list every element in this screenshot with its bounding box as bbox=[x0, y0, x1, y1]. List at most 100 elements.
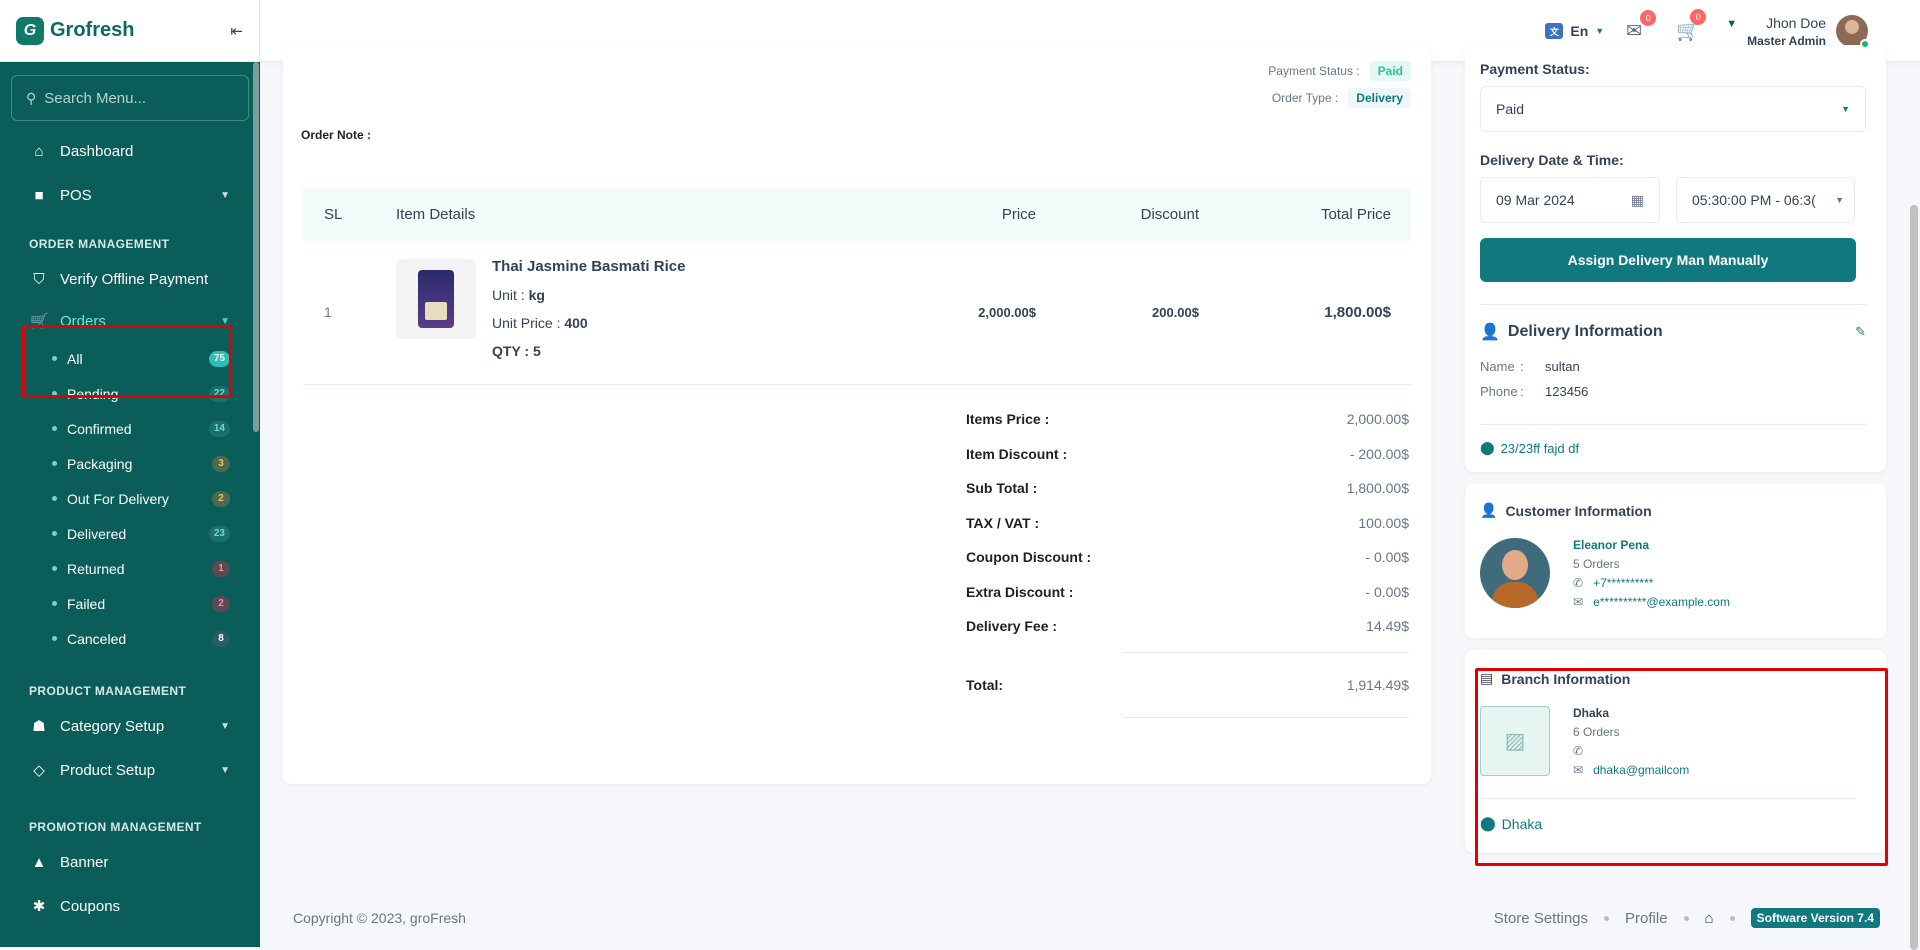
summary-value: 100.00$ bbox=[1358, 514, 1409, 531]
summary-row: Coupon Discount : - 0.00$ bbox=[966, 540, 1409, 575]
cart-icon: 🛒 bbox=[30, 313, 49, 330]
sidebar-item-label: Coupons bbox=[60, 897, 121, 915]
summary-label: Item Discount : bbox=[966, 445, 1068, 462]
sidebar-subitem-failed[interactable]: Failed 2 bbox=[0, 586, 260, 621]
item-discount: 200.00$ bbox=[1036, 241, 1199, 385]
phone-icon: ✆ bbox=[1573, 744, 1584, 758]
footer-copyright: Copyright © 2023, groFresh bbox=[293, 910, 466, 926]
avatar[interactable] bbox=[1836, 15, 1870, 49]
home-icon[interactable]: ⌂ bbox=[1705, 910, 1714, 927]
sidebar-item-pos[interactable]: ■ POS ▼ bbox=[0, 173, 260, 217]
count-badge: 14 bbox=[208, 420, 230, 437]
sidebar-item-orders[interactable]: 🛒 Orders ▼ bbox=[0, 301, 260, 341]
sidebar-subitem-label: Delivered bbox=[67, 525, 127, 542]
branch-info-title: Branch Information bbox=[1501, 670, 1631, 687]
sidebar-subitem-returned[interactable]: Returned 1 bbox=[0, 551, 260, 586]
sidebar-subitem-all[interactable]: All 75 bbox=[0, 341, 260, 376]
sidebar-item-category-setup[interactable]: ☗ Category Setup ▼ bbox=[0, 704, 260, 748]
sidebar-subitem-canceled[interactable]: Canceled 8 bbox=[0, 621, 260, 656]
sidebar-item-banner[interactable]: ▲ Banner bbox=[0, 840, 260, 884]
customer-email[interactable]: e**********@example.com bbox=[1593, 593, 1730, 612]
sidebar-subitem-packaging[interactable]: Packaging 3 bbox=[0, 446, 260, 481]
sidebar-item-verify-offline-payment[interactable]: ⛉ Verify Offline Payment bbox=[0, 257, 260, 301]
chevron-down-icon: ▼ bbox=[1841, 104, 1850, 114]
summary-value: 1,800.00$ bbox=[1346, 480, 1409, 497]
sidebar-item-label: Verify Offline Payment bbox=[60, 270, 209, 288]
branch-orders: 6 Orders bbox=[1573, 725, 1620, 739]
delivery-time-select[interactable]: 05:30:00 PM - 06:3( ▼ bbox=[1676, 177, 1855, 223]
payment-status-label: Payment Status : bbox=[1268, 64, 1360, 78]
edit-icon[interactable]: ✎ bbox=[1855, 324, 1866, 340]
sidebar-subitem-confirmed[interactable]: Confirmed 14 bbox=[0, 411, 260, 446]
search-input[interactable] bbox=[44, 89, 235, 107]
bullet-icon bbox=[52, 601, 57, 606]
bullet-icon bbox=[52, 461, 57, 466]
item-price: 2,000.00$ bbox=[896, 241, 1036, 385]
summary-label: TAX / VAT : bbox=[966, 514, 1040, 531]
branch-email[interactable]: dhaka@gmailcom bbox=[1593, 761, 1689, 780]
delivery-address[interactable]: ⬤ 23/23ff fajd df bbox=[1480, 440, 1866, 456]
customer-phone[interactable]: +7********** bbox=[1593, 574, 1653, 593]
sidebar-item-product-setup[interactable]: ◇ Product Setup ▼ bbox=[0, 748, 260, 792]
sidebar-subitem-delivered[interactable]: Delivered 23 bbox=[0, 516, 260, 551]
summary-value: - 0.00$ bbox=[1365, 583, 1409, 600]
product-image[interactable] bbox=[396, 259, 476, 340]
summary-value: 14.49$ bbox=[1366, 618, 1409, 635]
sidebar: G Grofresh ⇤ ⚲ ⌂ Dashboard ■ POS ▼ ORDER… bbox=[0, 0, 260, 947]
count-badge: 3 bbox=[212, 455, 230, 472]
online-status-icon bbox=[1860, 39, 1870, 49]
store-icon: ▤ bbox=[1480, 670, 1494, 686]
sidebar-item-coupons[interactable]: ✱ Coupons bbox=[0, 884, 260, 928]
summary-row: Delivery Fee : 14.49$ bbox=[966, 609, 1409, 644]
sidebar-subitem-pending[interactable]: Pending 22 bbox=[0, 376, 260, 411]
hierarchy-icon: ☗ bbox=[32, 718, 46, 735]
payment-status-row: Payment Status : Paid bbox=[1268, 61, 1411, 81]
sidebar-scrollbar[interactable] bbox=[253, 62, 259, 432]
user-menu[interactable]: ▼ Jhon Doe Master Admin bbox=[1726, 15, 1870, 49]
payment-status-select[interactable]: Paid ▼ bbox=[1480, 86, 1866, 132]
sidebar-item-label: Category Setup bbox=[60, 717, 165, 735]
cart-button[interactable]: 🛒 0 bbox=[1676, 9, 1707, 43]
collapse-icon[interactable]: ⇤ bbox=[230, 22, 243, 40]
store-settings-link[interactable]: Store Settings bbox=[1494, 910, 1588, 927]
delivery-phone-row: Phone:123456 bbox=[1480, 384, 1589, 399]
count-badge: 23 bbox=[208, 525, 230, 542]
sidebar-item-dashboard[interactable]: ⌂ Dashboard bbox=[0, 129, 260, 173]
sidebar-search[interactable]: ⚲ bbox=[11, 75, 249, 121]
col-discount: Discount bbox=[1140, 206, 1199, 223]
branch-location[interactable]: ⬤ Dhaka bbox=[1480, 815, 1866, 832]
sidebar-subitem-label: Out For Delivery bbox=[67, 490, 169, 507]
table-header-row: SL Item Details Price Discount Total Pri… bbox=[303, 188, 1411, 241]
image-icon: ▲ bbox=[31, 853, 47, 871]
profile-link[interactable]: Profile bbox=[1625, 910, 1668, 927]
delivery-date-input[interactable]: 09 Mar 2024 ▦ bbox=[1480, 177, 1660, 223]
order-items-table: SL Item Details Price Discount Total Pri… bbox=[303, 188, 1411, 385]
sidebar-item-label: Dashboard bbox=[60, 142, 134, 160]
total-label: Total: bbox=[966, 676, 1004, 693]
branch-info-card: ▤ Branch Information ▨ Dhaka 6 Orders ✆ … bbox=[1465, 650, 1886, 853]
messages-button[interactable]: ✉ 0 bbox=[1626, 9, 1657, 43]
language-selector[interactable]: 文 En ▼ bbox=[1545, 23, 1604, 39]
sidebar-subitem-out-for-delivery[interactable]: Out For Delivery 2 bbox=[0, 481, 260, 516]
chevron-down-icon: ▼ bbox=[1595, 26, 1605, 36]
sidebar-subitem-label: Packaging bbox=[67, 455, 133, 472]
customer-name[interactable]: Eleanor Pena bbox=[1573, 536, 1730, 555]
delivery-info-title-row: 👤 Delivery Information ✎ bbox=[1480, 322, 1866, 342]
summary-row: Extra Discount : - 0.00$ bbox=[966, 575, 1409, 610]
product-qty: QTY : 5 bbox=[492, 343, 541, 360]
summary-label: Extra Discount : bbox=[966, 583, 1074, 600]
sidebar-subitem-label: Failed bbox=[67, 595, 106, 612]
col-total-price: Total Price bbox=[1320, 206, 1391, 223]
customer-avatar[interactable] bbox=[1480, 538, 1550, 608]
page-scrollbar[interactable] bbox=[1910, 205, 1918, 950]
search-icon: ⚲ bbox=[26, 89, 37, 106]
order-summary: Items Price : 2,000.00$ Item Discount : - 2… bbox=[966, 402, 1409, 718]
brand-name: Grofresh bbox=[50, 19, 135, 41]
section-product-management: PRODUCT MANAGEMENT bbox=[29, 684, 187, 698]
brand-logo[interactable]: G Grofresh bbox=[16, 16, 135, 45]
assign-delivery-man-button[interactable]: Assign Delivery Man Manually bbox=[1480, 238, 1856, 282]
sidebar-subitem-label: Returned bbox=[67, 560, 125, 577]
product-name[interactable]: Thai Jasmine Basmati Rice bbox=[492, 253, 685, 281]
bullet-icon bbox=[52, 426, 57, 431]
branch-name: Dhaka bbox=[1573, 706, 1610, 720]
